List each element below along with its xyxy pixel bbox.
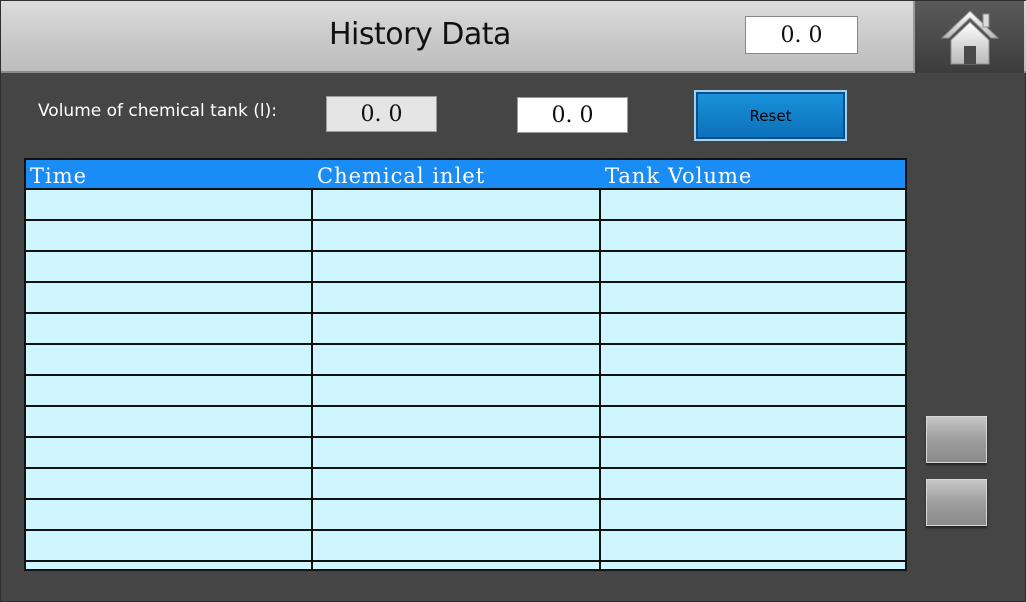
table-row[interactable] [26, 252, 905, 283]
scroll-up-button[interactable] [926, 416, 987, 463]
table-row[interactable] [26, 283, 905, 314]
table-cell [313, 283, 599, 312]
table-cell [601, 407, 905, 436]
table-cell [313, 345, 599, 374]
volume-value-display: 0. 0 [326, 96, 437, 132]
table-header: Time Chemical inlet Tank Volume [26, 160, 905, 190]
column-divider [311, 190, 313, 569]
table-cell [26, 252, 311, 281]
table-cell [601, 438, 905, 467]
table-cell [26, 407, 311, 436]
table-cell [26, 345, 311, 374]
home-button[interactable] [913, 1, 1024, 73]
reset-button[interactable]: Reset [694, 90, 847, 141]
table-cell [313, 407, 599, 436]
table-cell [313, 531, 599, 560]
table-cell [601, 376, 905, 405]
home-icon [940, 10, 999, 65]
table-row[interactable] [26, 314, 905, 345]
table-cell [601, 221, 905, 250]
table-cell [601, 500, 905, 529]
table-row[interactable] [26, 531, 905, 562]
table-cell [601, 252, 905, 281]
table-cell [26, 438, 311, 467]
table-cell [26, 190, 311, 219]
column-header-tank-volume: Tank Volume [605, 164, 753, 188]
table-cell [26, 562, 311, 569]
table-cell [26, 500, 311, 529]
table-cell [26, 221, 311, 250]
table-cell [313, 252, 599, 281]
table-row[interactable] [26, 562, 905, 569]
history-table: Time Chemical inlet Tank Volume [24, 158, 907, 571]
scroll-down-button[interactable] [926, 479, 987, 526]
table-cell [601, 190, 905, 219]
column-header-time: Time [30, 164, 88, 188]
table-cell [313, 438, 599, 467]
table-cell [601, 531, 905, 560]
table-cell [601, 283, 905, 312]
table-cell [313, 500, 599, 529]
table-cell [26, 283, 311, 312]
table-cell [601, 469, 905, 498]
page-title: History Data [329, 17, 511, 52]
table-cell [26, 314, 311, 343]
column-divider [599, 190, 601, 569]
table-cell [313, 376, 599, 405]
table-cell [313, 221, 599, 250]
table-row[interactable] [26, 407, 905, 438]
volume-input-field[interactable]: 0. 0 [517, 97, 628, 133]
table-cell [601, 314, 905, 343]
table-row[interactable] [26, 221, 905, 252]
table-row[interactable] [26, 345, 905, 376]
table-row[interactable] [26, 376, 905, 407]
table-cell [313, 562, 599, 569]
header-value-display: 0. 0 [745, 16, 858, 54]
table-row[interactable] [26, 469, 905, 500]
table-cell [601, 562, 905, 569]
table-row[interactable] [26, 438, 905, 469]
table-cell [26, 469, 311, 498]
table-row[interactable] [26, 500, 905, 531]
table-row[interactable] [26, 190, 905, 221]
table-cell [26, 531, 311, 560]
table-cell [313, 190, 599, 219]
table-cell [313, 469, 599, 498]
volume-label: Volume of chemical tank (l): [38, 101, 277, 121]
column-header-chemical-inlet: Chemical inlet [317, 164, 486, 188]
history-data-screen: History Data 0. 0 Volume of chemical tan… [0, 0, 1026, 602]
header-bar: History Data 0. 0 [1, 1, 1026, 73]
table-cell [313, 314, 599, 343]
table-cell [26, 376, 311, 405]
table-cell [601, 345, 905, 374]
